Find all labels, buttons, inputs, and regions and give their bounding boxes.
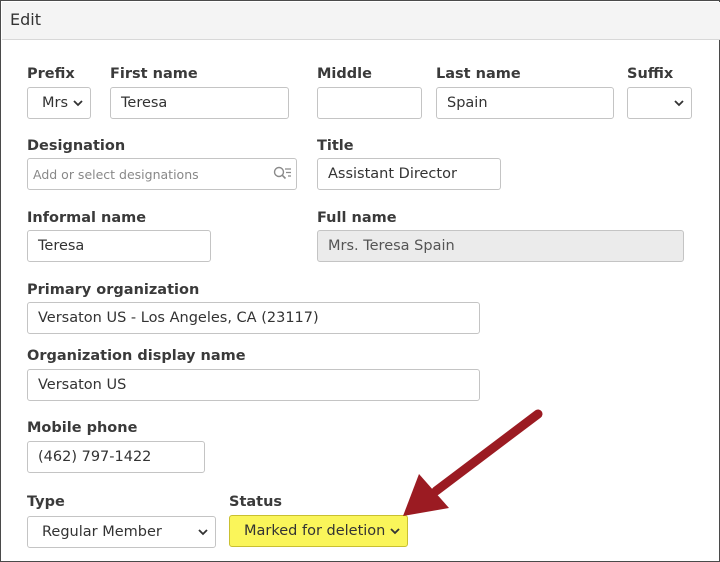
arrow-icon — [403, 409, 543, 516]
